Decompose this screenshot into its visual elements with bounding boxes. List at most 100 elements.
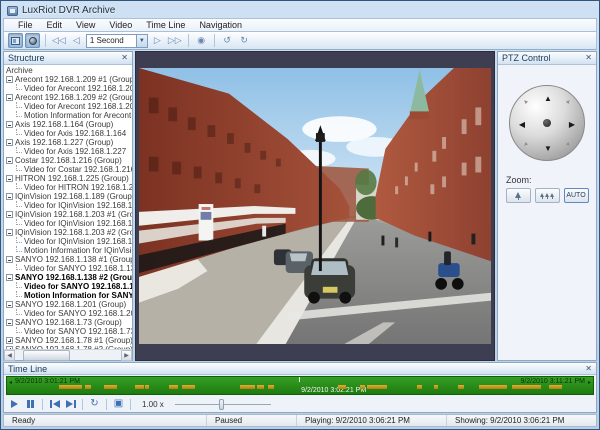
tree-node[interactable]: Video for SANYO 192.168.1.138 — [6, 282, 132, 291]
collapse-icon[interactable] — [6, 175, 13, 182]
motion-marker[interactable] — [417, 385, 422, 389]
timeline-track[interactable]: ◂ 9/2/2010 3:01:21 PM 9/2/2010 3:11:21 P… — [6, 376, 594, 395]
export-clip-button[interactable]: ▣ — [112, 398, 125, 411]
motion-marker[interactable] — [458, 385, 464, 389]
ptz-center-button[interactable] — [543, 119, 551, 127]
horizontal-scrollbar[interactable]: ◀ ▶ — [4, 349, 132, 360]
title-bar[interactable]: LuxRiot DVR Archive — [3, 3, 597, 18]
tree-node[interactable]: Motion Information for Arecont 192.168 — [6, 111, 132, 120]
tree-node[interactable]: IQinVision 192.168.1.203 #2 (Group) — [6, 228, 132, 237]
collapse-icon[interactable] — [6, 193, 13, 200]
ptz-right-icon[interactable]: ▶ — [566, 118, 578, 130]
menu-item-edit[interactable]: Edit — [41, 20, 69, 30]
motion-marker[interactable] — [512, 385, 541, 389]
sync-button[interactable]: ◉ — [194, 33, 209, 48]
motion-marker[interactable] — [145, 385, 149, 389]
tree-node[interactable]: SANYO 192.168.1.138 #1 (Group) — [6, 255, 132, 264]
tree-node[interactable]: Video for SANYO 192.168.1.138 — [6, 264, 132, 273]
step-forward-button[interactable]: ▷ — [150, 33, 165, 48]
menu-item-file[interactable]: File — [12, 20, 39, 30]
motion-marker[interactable] — [59, 385, 82, 389]
speed-slider[interactable] — [175, 398, 271, 411]
ptz-up-right-icon[interactable]: ▲ — [560, 94, 577, 111]
collapse-icon[interactable] — [6, 319, 13, 326]
ptz-down-right-icon[interactable]: ▲ — [560, 136, 577, 153]
tree-node[interactable]: Motion Information for IQinVision 192.16 — [6, 246, 132, 255]
scroll-left-icon[interactable]: ◀ — [4, 350, 15, 361]
slider-thumb[interactable] — [219, 399, 224, 410]
rotate-left-button[interactable]: ↺ — [220, 33, 235, 48]
timeline-scroll-left-icon[interactable]: ◂ — [9, 379, 12, 386]
tree-node[interactable]: Arecont 192.168.1.209 #2 (Group) — [6, 93, 132, 102]
collapse-icon[interactable] — [6, 94, 13, 101]
tree-node[interactable]: Motion Information for SANYO 19 — [6, 291, 132, 300]
tree-node[interactable]: Axis 192.168.1.164 (Group) — [6, 120, 132, 129]
collapse-icon[interactable] — [6, 256, 13, 263]
collapse-icon[interactable] — [6, 121, 13, 128]
motion-marker[interactable] — [104, 385, 117, 389]
scroll-right-icon[interactable]: ▶ — [121, 350, 132, 361]
ptz-down-left-icon[interactable]: ▲ — [518, 136, 535, 153]
ptz-panel-toggle-button[interactable] — [25, 33, 40, 48]
timeline-scroll-right-icon[interactable]: ▸ — [588, 379, 591, 386]
step-forward-fast-button[interactable]: ▷▷ — [167, 33, 183, 48]
tree-node[interactable]: Video for Axis 192.168.1.227 — [6, 147, 132, 156]
motion-marker[interactable] — [479, 385, 507, 389]
menu-item-view[interactable]: View — [70, 20, 101, 30]
tree-node[interactable]: Arecont 192.168.1.209 #1 (Group) — [6, 75, 132, 84]
chevron-down-icon[interactable]: ▼ — [136, 35, 147, 47]
tree-node[interactable]: IQinVision 192.168.1.203 #1 (Group) — [6, 210, 132, 219]
ptz-up-icon[interactable]: ▲ — [542, 92, 554, 104]
skip-to-start-button[interactable] — [48, 398, 61, 411]
motion-marker[interactable] — [360, 385, 365, 389]
collapse-icon[interactable] — [6, 211, 13, 218]
tree-root-archive[interactable]: Archive — [6, 66, 132, 75]
collapse-icon[interactable] — [6, 157, 13, 164]
tree-node[interactable]: Video for IQinVision 192.168.1.203 — [6, 219, 132, 228]
motion-marker[interactable] — [257, 385, 264, 389]
motion-marker[interactable] — [434, 385, 438, 389]
close-icon[interactable]: ✕ — [121, 54, 128, 62]
tree-node[interactable]: IQinVision 192.168.1.189 (Group) — [6, 192, 132, 201]
motion-marker[interactable] — [85, 385, 91, 389]
video-display-area[interactable] — [135, 51, 495, 361]
zoom-auto-button[interactable]: AUTO — [564, 188, 589, 203]
collapse-icon[interactable] — [6, 301, 13, 308]
tree-node[interactable]: SANYO 192.168.1.138 #2 (Group) — [6, 273, 132, 282]
collapse-icon[interactable] — [6, 274, 13, 281]
tree-node[interactable]: Video for SANYO 192.168.1.201 — [6, 309, 132, 318]
motion-marker[interactable] — [549, 385, 562, 389]
tree-node[interactable]: Axis 192.168.1.227 (Group) — [6, 138, 132, 147]
motion-marker[interactable] — [367, 385, 387, 389]
collapse-icon[interactable] — [6, 76, 13, 83]
step-back-fast-button[interactable]: ◁◁ — [51, 33, 67, 48]
tree-node[interactable]: SANYO 192.168.1.201 (Group) — [6, 300, 132, 309]
interval-combobox[interactable]: 1 Second ▼ — [86, 34, 148, 48]
tree-node[interactable]: SANYO 192.168.1.78 #1 (Group) — [6, 336, 132, 345]
tree-node[interactable]: HITRON 192.168.1.225 (Group) — [6, 174, 132, 183]
timeline-cursor[interactable] — [299, 377, 300, 382]
motion-marker[interactable] — [240, 385, 256, 389]
ptz-joystick[interactable]: ▲ ▲ ▲ ◀ ▶ ▲ ▼ ▲ — [509, 85, 585, 161]
close-icon[interactable]: ✕ — [585, 54, 592, 62]
tree-node[interactable]: SANYO 192.168.1.73 (Group) — [6, 318, 132, 327]
menu-item-time-line[interactable]: Time Line — [140, 20, 191, 30]
ptz-down-icon[interactable]: ▼ — [542, 142, 554, 154]
tree-node[interactable]: Video for Arecont 192.168.1.209 — [6, 84, 132, 93]
tree-node[interactable]: Video for IQinVision 192.168.1.203 — [6, 237, 132, 246]
tree-node[interactable]: Video for Arecont 192.168.1.209 — [6, 102, 132, 111]
zoom-out-button[interactable] — [535, 188, 560, 203]
ptz-left-icon[interactable]: ◀ — [516, 118, 528, 130]
tree-node[interactable]: Video for Costar 192.168.1.216 — [6, 165, 132, 174]
motion-marker[interactable] — [268, 385, 274, 389]
tree-node[interactable]: Costar 192.168.1.216 (Group) — [6, 156, 132, 165]
step-back-button[interactable]: ◁ — [69, 33, 84, 48]
scrollbar-track[interactable] — [15, 350, 121, 361]
motion-marker[interactable] — [182, 385, 195, 389]
ptz-up-left-icon[interactable]: ▲ — [518, 94, 535, 111]
collapse-icon[interactable] — [6, 139, 13, 146]
skip-to-end-button[interactable] — [64, 398, 77, 411]
play-button[interactable] — [8, 398, 21, 411]
scrollbar-thumb[interactable] — [23, 350, 70, 361]
tree-node[interactable]: Video for SANYO 192.168.1.73 — [6, 327, 132, 336]
